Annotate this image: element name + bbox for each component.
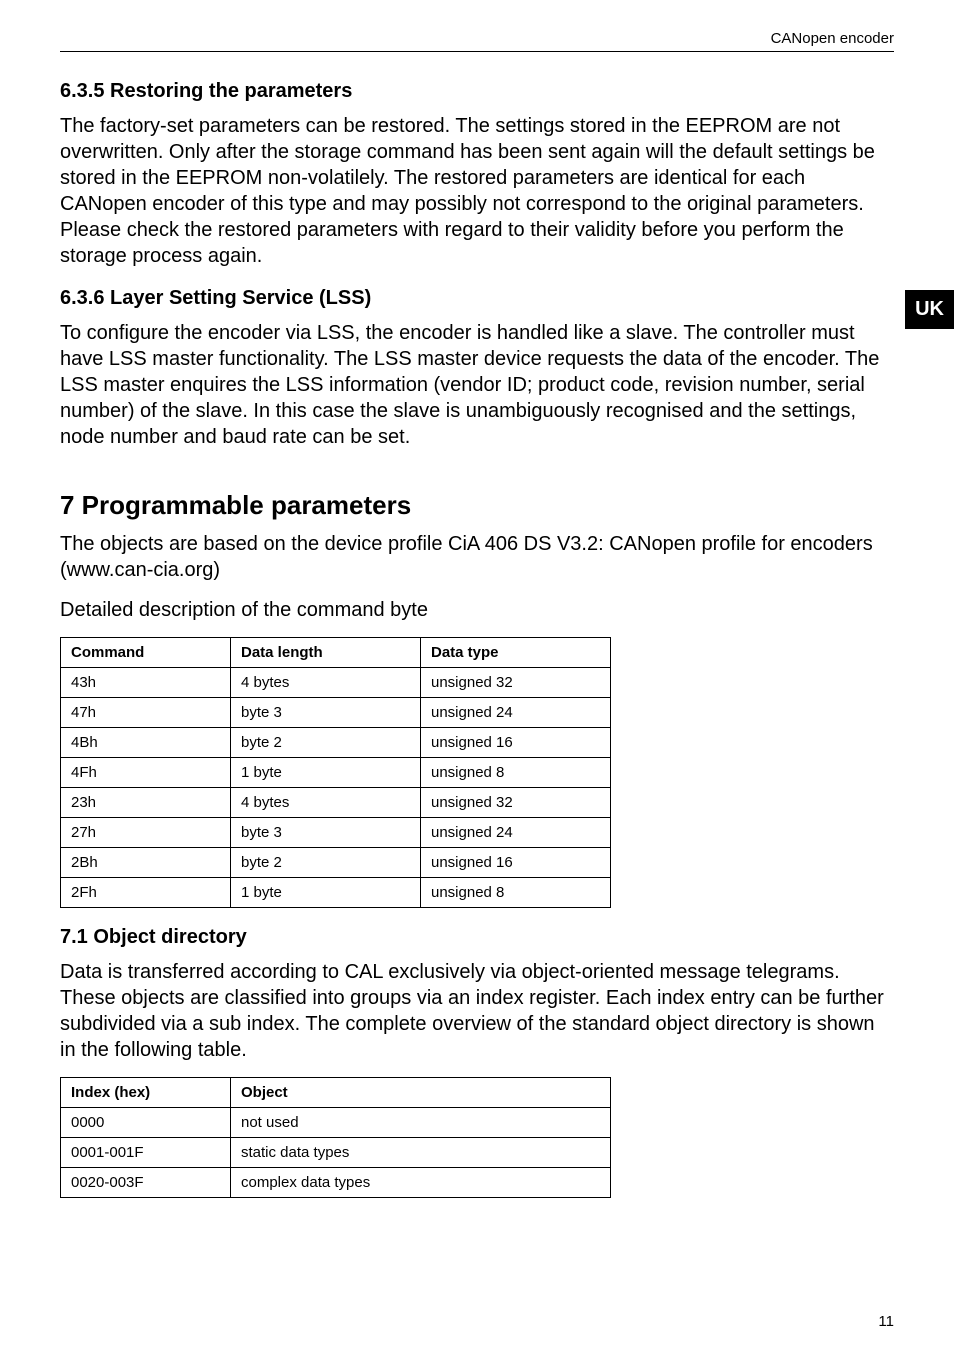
running-header: CANopen encoder: [60, 30, 894, 47]
table-cell: 27h: [61, 818, 231, 848]
para-7-1: Data is transferred according to CAL exc…: [60, 959, 894, 1063]
table-cell: unsigned 32: [421, 668, 611, 698]
table-cell: 4Fh: [61, 758, 231, 788]
page-number: 11: [878, 1313, 894, 1330]
table-row: 43h4 bytesunsigned 32: [61, 668, 611, 698]
table-row: 23h4 bytesunsigned 32: [61, 788, 611, 818]
table-cell: 4 bytes: [231, 788, 421, 818]
table-header-row: Index (hex) Object: [61, 1078, 611, 1108]
table-cell: 43h: [61, 668, 231, 698]
th-data-length: Data length: [231, 638, 421, 668]
table-cell: static data types: [231, 1138, 611, 1168]
table-row: 2Bhbyte 2unsigned 16: [61, 848, 611, 878]
th-data-type: Data type: [421, 638, 611, 668]
table-cell: 2Fh: [61, 878, 231, 908]
table-cell: 1 byte: [231, 758, 421, 788]
table-row: 47hbyte 3unsigned 24: [61, 698, 611, 728]
table-cell: byte 3: [231, 698, 421, 728]
heading-6-3-5: 6.3.5 Restoring the parameters: [60, 80, 894, 103]
table-row: 4Fh1 byteunsigned 8: [61, 758, 611, 788]
para-6-3-5: The factory-set parameters can be restor…: [60, 113, 894, 269]
table-cell: byte 2: [231, 728, 421, 758]
table-cell: unsigned 24: [421, 818, 611, 848]
table-row: 27hbyte 3unsigned 24: [61, 818, 611, 848]
table-cell: unsigned 16: [421, 848, 611, 878]
table-cell: byte 2: [231, 848, 421, 878]
table-row: 2Fh1 byteunsigned 8: [61, 878, 611, 908]
table-cell: 47h: [61, 698, 231, 728]
heading-6-3-6: 6.3.6 Layer Setting Service (LSS): [60, 287, 894, 310]
table-header-row: Command Data length Data type: [61, 638, 611, 668]
para-6-3-6: To configure the encoder via LSS, the en…: [60, 320, 894, 450]
table-cell: unsigned 8: [421, 758, 611, 788]
table-cell: unsigned 32: [421, 788, 611, 818]
command-byte-table: Command Data length Data type 43h4 bytes…: [60, 637, 611, 908]
th-index-hex: Index (hex): [61, 1078, 231, 1108]
table-cell: 1 byte: [231, 878, 421, 908]
object-directory-table: Index (hex) Object 0000not used0001-001F…: [60, 1077, 611, 1198]
table-cell: 0020-003F: [61, 1168, 231, 1198]
table-cell: unsigned 8: [421, 878, 611, 908]
table-cell: 4Bh: [61, 728, 231, 758]
table-cell: 0000: [61, 1108, 231, 1138]
table-cell: complex data types: [231, 1168, 611, 1198]
table-row: 0001-001Fstatic data types: [61, 1138, 611, 1168]
table-cell: unsigned 16: [421, 728, 611, 758]
table-cell: 4 bytes: [231, 668, 421, 698]
table-row: 0000not used: [61, 1108, 611, 1138]
header-rule: CANopen encoder: [60, 30, 894, 52]
table-cell: unsigned 24: [421, 698, 611, 728]
table-row: 0020-003Fcomplex data types: [61, 1168, 611, 1198]
table-cell: 0001-001F: [61, 1138, 231, 1168]
heading-7-1: 7.1 Object directory: [60, 926, 894, 949]
table-cell: byte 3: [231, 818, 421, 848]
side-tab-uk: UK: [905, 290, 954, 329]
para-7-table-intro: Detailed description of the command byte: [60, 597, 894, 623]
th-object: Object: [231, 1078, 611, 1108]
table-cell: 2Bh: [61, 848, 231, 878]
heading-7: 7 Programmable parameters: [60, 490, 894, 521]
table-row: 4Bhbyte 2unsigned 16: [61, 728, 611, 758]
th-command: Command: [61, 638, 231, 668]
table-cell: 23h: [61, 788, 231, 818]
para-7-intro: The objects are based on the device prof…: [60, 531, 894, 583]
table-cell: not used: [231, 1108, 611, 1138]
